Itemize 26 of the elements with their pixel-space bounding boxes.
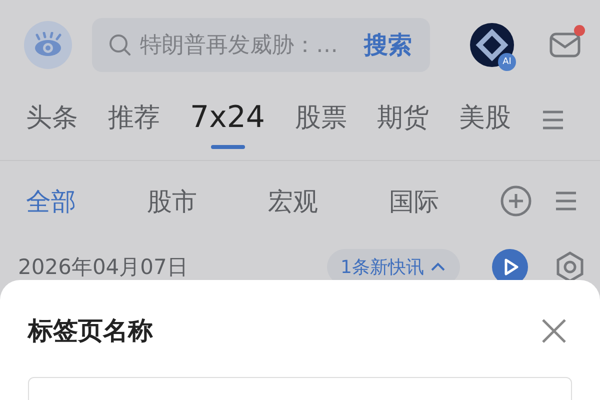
category-tab[interactable]: 推荐 xyxy=(108,100,160,158)
subcategory-tab[interactable]: 全部 xyxy=(26,184,147,218)
sheet-title: 标签页名称 xyxy=(28,315,153,347)
close-button[interactable] xyxy=(540,316,568,344)
search-placeholder: 特朗普再发威胁：… xyxy=(140,32,339,60)
menu-icon[interactable] xyxy=(541,108,566,132)
date-label: 2026年04月07日 xyxy=(18,254,189,281)
ai-badge: AI xyxy=(498,53,516,71)
ai-assistant-icon[interactable] xyxy=(470,23,514,67)
caret-icon xyxy=(430,262,446,272)
settings-icon[interactable] xyxy=(554,251,586,283)
category-tab[interactable]: 股票 xyxy=(295,100,348,158)
add-icon[interactable] xyxy=(500,185,532,217)
search-icon xyxy=(108,33,132,57)
category-tab[interactable]: 期货 xyxy=(377,100,430,158)
subcategory-tab[interactable]: 宏观 xyxy=(268,184,389,218)
category-tab[interactable]: 头条 xyxy=(26,100,78,158)
menu-icon[interactable] xyxy=(554,189,578,213)
category-tab[interactable]: 美股 xyxy=(459,100,512,158)
subcategory-tab[interactable]: 国际 xyxy=(389,184,510,218)
search-button[interactable]: 搜索 xyxy=(364,29,412,61)
category-tab[interactable]: 7x24 xyxy=(190,100,266,158)
subcategory-tab[interactable]: 股市 xyxy=(147,184,268,218)
search-field[interactable]: 特朗普再发威胁：… 搜索 xyxy=(92,18,430,72)
eye-logo[interactable] xyxy=(24,21,72,69)
eye-icon xyxy=(33,32,63,58)
